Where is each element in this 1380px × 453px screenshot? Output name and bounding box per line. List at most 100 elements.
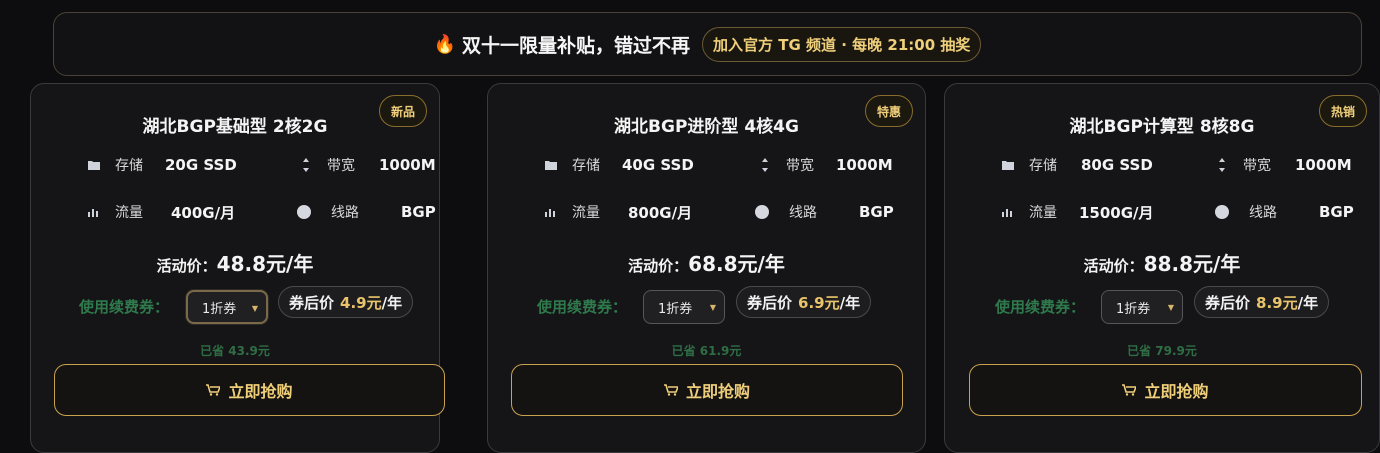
coupon-select[interactable]: 1折券 ▼ <box>186 290 268 324</box>
bandwidth-spec: 带宽 1000M <box>299 155 436 175</box>
after-coupon-price: 券后价 6.9元 /年 <box>736 286 872 318</box>
product-card-basic: 新品 湖北BGP基础型 2核2G 存储 20G SSD 带宽 1000M 流量 … <box>30 83 445 453</box>
bandwidth-value: 1000M <box>1295 156 1352 174</box>
line-spec: 线路 BGP <box>1215 202 1354 222</box>
price-label: 活动价： <box>628 257 689 275</box>
bar-chart-icon <box>544 205 558 219</box>
traffic-label: 流量 <box>115 205 143 221</box>
storage-spec: 存储 80G SSD <box>1001 155 1153 175</box>
after-price-label: 券后价 <box>747 293 793 312</box>
line-value: BGP <box>1319 203 1354 221</box>
buy-now-button[interactable]: 立即抢购 <box>969 364 1362 416</box>
tg-channel-link[interactable]: 加入官方 TG 频道 · 每晚 21:00 抽奖 <box>702 26 982 62</box>
after-price-label: 券后价 <box>289 293 335 312</box>
product-card-compute: 热销 湖北BGP计算型 8核8G 存储 80G SSD 带宽 1000M 流量 … <box>944 83 1380 453</box>
storage-label: 存储 <box>572 158 600 174</box>
line-spec: 线路 BGP <box>755 202 894 222</box>
buy-now-label: 立即抢购 <box>685 382 750 401</box>
line-label: 线路 <box>1249 205 1277 221</box>
buy-now-button[interactable]: 立即抢购 <box>54 364 445 416</box>
circle-icon <box>755 205 769 219</box>
line-value: BGP <box>401 203 436 221</box>
coupon-label: 使用续费券： <box>79 298 170 316</box>
coupon-select-value: 1折券 <box>202 301 237 317</box>
coupon-select[interactable]: 1折券 ▼ <box>643 290 725 324</box>
price-value: 88.8元/年 <box>1143 252 1241 276</box>
line-spec: 线路 BGP <box>297 202 436 222</box>
price-value: 68.8元/年 <box>688 252 785 276</box>
product-title: 湖北BGP计算型 8核8G <box>1069 117 1255 137</box>
saved-amount: 已省 61.9元 <box>671 344 742 358</box>
promo-banner: 🔥 双十一限量补贴，错过不再 加入官方 TG 频道 · 每晚 21:00 抽奖 <box>53 12 1362 76</box>
buy-now-label: 立即抢购 <box>228 382 293 401</box>
after-price-unit: /年 <box>1297 293 1319 312</box>
cart-icon <box>206 381 222 400</box>
line-label: 线路 <box>331 205 359 221</box>
buy-now-button[interactable]: 立即抢购 <box>511 364 903 416</box>
folder-icon <box>1001 158 1015 172</box>
storage-value: 40G SSD <box>622 156 694 174</box>
after-coupon-price: 券后价 4.9元 /年 <box>278 286 414 318</box>
traffic-spec: 流量 800G/月 <box>544 202 692 222</box>
bar-chart-icon <box>1001 205 1015 219</box>
caret-down-icon: ▼ <box>1167 303 1174 312</box>
updown-arrows-icon <box>299 158 313 172</box>
banner-title-text: 双十一限量补贴，错过不再 <box>462 34 691 57</box>
storage-value: 20G SSD <box>165 156 237 174</box>
line-label: 线路 <box>789 205 817 221</box>
bandwidth-spec: 带宽 1000M <box>758 155 893 175</box>
caret-down-icon: ▼ <box>709 303 716 312</box>
saved-amount: 已省 43.9元 <box>200 344 270 358</box>
traffic-value: 800G/月 <box>628 203 693 222</box>
updown-arrows-icon <box>758 158 772 172</box>
banner-title: 🔥 双十一限量补贴，错过不再 <box>434 31 690 58</box>
bandwidth-value: 1000M <box>836 156 893 174</box>
bandwidth-label: 带宽 <box>1243 158 1271 174</box>
after-price-value: 4.9元 <box>340 293 382 312</box>
price-label: 活动价： <box>1083 257 1144 275</box>
after-price-value: 6.9元 <box>798 293 840 312</box>
after-coupon-price: 券后价 8.9元 /年 <box>1194 286 1330 318</box>
bar-chart-icon <box>87 205 101 219</box>
coupon-select-value: 1折券 <box>658 301 693 317</box>
price-label: 活动价： <box>156 257 217 275</box>
folder-icon <box>87 158 101 172</box>
product-title: 湖北BGP进阶型 4核4G <box>614 117 799 137</box>
storage-label: 存储 <box>1029 158 1057 174</box>
circle-icon <box>1215 205 1229 219</box>
traffic-value: 400G/月 <box>171 203 236 222</box>
fire-icon: 🔥 <box>433 33 457 55</box>
activity-price: 活动价：68.8元/年 <box>488 248 925 277</box>
cart-icon <box>663 381 680 400</box>
storage-spec: 存储 20G SSD <box>87 155 237 175</box>
after-price-unit: /年 <box>839 293 861 312</box>
cart-icon <box>1122 381 1138 400</box>
activity-price: 活动价：48.8元/年 <box>31 248 439 277</box>
traffic-value: 1500G/月 <box>1079 203 1154 222</box>
line-value: BGP <box>859 203 894 221</box>
storage-spec: 存储 40G SSD <box>544 155 694 175</box>
bandwidth-value: 1000M <box>379 156 436 174</box>
product-title: 湖北BGP基础型 2核2G <box>142 117 328 137</box>
after-price-unit: /年 <box>381 293 403 312</box>
traffic-label: 流量 <box>572 205 600 221</box>
traffic-spec: 流量 400G/月 <box>87 202 235 222</box>
bandwidth-label: 带宽 <box>786 158 814 174</box>
after-price-label: 券后价 <box>1205 293 1251 312</box>
buy-now-label: 立即抢购 <box>1144 382 1209 401</box>
traffic-spec: 流量 1500G/月 <box>1001 202 1154 222</box>
coupon-label: 使用续费券： <box>995 298 1086 316</box>
coupon-label: 使用续费券： <box>537 298 628 316</box>
activity-price: 活动价：88.8元/年 <box>945 248 1379 277</box>
circle-icon <box>297 205 311 219</box>
saved-amount: 已省 79.9元 <box>1127 344 1197 358</box>
coupon-select[interactable]: 1折券 ▼ <box>1101 290 1183 324</box>
traffic-label: 流量 <box>1029 205 1057 221</box>
price-value: 48.8元/年 <box>216 252 314 276</box>
after-price-value: 8.9元 <box>1256 293 1298 312</box>
storage-value: 80G SSD <box>1081 156 1153 174</box>
caret-down-icon: ▼ <box>251 304 258 313</box>
storage-label: 存储 <box>115 158 143 174</box>
bandwidth-spec: 带宽 1000M <box>1215 155 1352 175</box>
updown-arrows-icon <box>1215 158 1229 172</box>
